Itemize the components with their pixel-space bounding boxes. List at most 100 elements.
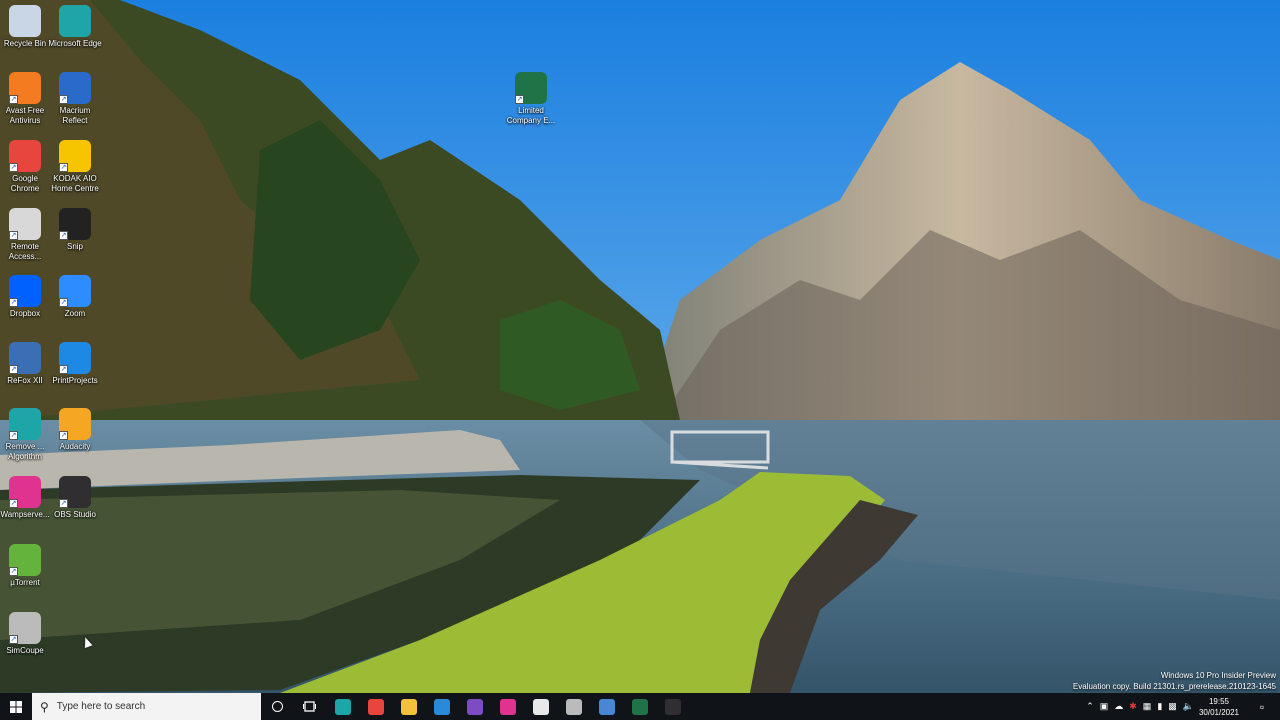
clock-time: 19:55 — [1208, 697, 1230, 706]
desktop-icon-label: Remote Access... — [8, 242, 42, 261]
desktop-icon-simcoupe[interactable]: ↗ SimCoupe — [0, 612, 53, 656]
macrium-icon: ↗ — [59, 72, 91, 104]
shortcut-arrow-icon: ↗ — [9, 635, 18, 644]
desktop-icon-label: Snip — [66, 242, 83, 251]
task-view-button[interactable] — [294, 693, 324, 720]
windows-logo-icon — [10, 700, 22, 713]
obs-icon — [665, 698, 681, 715]
desktop-icon-label: Recycle Bin — [3, 39, 47, 48]
desktop-icon-printprojects[interactable]: ↗ PrintProjects — [47, 342, 103, 386]
network-icon[interactable]: ▩ — [1168, 701, 1177, 712]
taskbar-pin-simcoupe[interactable] — [558, 693, 590, 720]
desktop-icon-dropbox[interactable]: ↗ Dropbox — [0, 275, 53, 319]
taskbar-pin-vscode[interactable] — [426, 693, 458, 720]
visual-studio-icon — [467, 698, 483, 715]
shortcut-arrow-icon: ↗ — [9, 298, 18, 307]
shortcut-arrow-icon: ↗ — [9, 567, 18, 576]
recycle-bin-icon — [9, 5, 41, 37]
desktop-icon-snip[interactable]: ↗ Snip — [47, 208, 103, 252]
desktop-icon-remote-access[interactable]: ↗ Remote Access... — [0, 208, 53, 262]
action-center-button[interactable]: ▫ — [1250, 693, 1274, 720]
build-watermark: Windows 10 Pro Insider Preview Evaluatio… — [1073, 670, 1276, 692]
chrome-icon: ↗ — [9, 140, 41, 172]
desktop-icon-label: Dropbox — [9, 309, 41, 318]
desktop-icon-microsoft-edge[interactable]: Microsoft Edge — [47, 5, 103, 49]
tray-app-icon-2[interactable]: ▦ — [1143, 701, 1152, 712]
avast-icon: ↗ — [9, 72, 41, 104]
desktop-icon-label: Avast Free Antivirus — [5, 106, 45, 125]
volume-icon[interactable]: 🔈 — [1183, 701, 1194, 712]
start-button[interactable] — [0, 693, 32, 720]
file-explorer-icon — [401, 698, 417, 715]
desktop-icon-label: Remove ... Algorithm — [5, 442, 45, 461]
watermark-line-1: Windows 10 Pro Insider Preview — [1160, 671, 1276, 680]
shortcut-arrow-icon: ↗ — [9, 163, 18, 172]
shortcut-arrow-icon: ↗ — [9, 431, 18, 440]
desktop-icon-remove-algorithm[interactable]: ↗ Remove ... Algorithm — [0, 408, 53, 462]
shortcut-arrow-icon: ↗ — [59, 298, 68, 307]
shortcut-arrow-icon: ↗ — [59, 95, 68, 104]
desktop-icon-label: PrintProjects — [52, 376, 98, 385]
edge-icon: ↗ — [9, 408, 41, 440]
search-icon: ⚲ — [40, 699, 49, 714]
taskbar-pin-wampserver[interactable] — [492, 693, 524, 720]
taskbar-pin-excel[interactable] — [624, 693, 656, 720]
shortcut-arrow-icon: ↗ — [9, 499, 18, 508]
shortcut-arrow-icon: ↗ — [59, 231, 68, 240]
taskbar-pin-obs[interactable] — [657, 693, 689, 720]
desktop-icon-macrium-reflect[interactable]: ↗ Macrium Reflect — [47, 72, 103, 126]
shortcut-arrow-icon: ↗ — [59, 163, 68, 172]
desktop-icon-limited-company-e[interactable]: ↗ Limited Company E... — [503, 72, 559, 126]
desktop-icon-torrent[interactable]: ↗ µTorrent — [0, 544, 53, 588]
wampserver-icon — [500, 698, 516, 715]
excel-file-icon: ↗ — [515, 72, 547, 104]
desktop-icon-zoom[interactable]: ↗ Zoom — [47, 275, 103, 319]
taskbar-pin-notepad[interactable] — [525, 693, 557, 720]
edge-icon — [59, 5, 91, 37]
simcoupe-icon — [566, 698, 582, 715]
remote-access-icon: ↗ — [9, 208, 41, 240]
clock-date: 30/01/2021 — [1198, 708, 1240, 717]
desktop-icon-label: Google Chrome — [10, 174, 40, 193]
search-placeholder: Type here to search — [56, 701, 146, 712]
obs-icon: ↗ — [59, 476, 91, 508]
show-hidden-icons-chevron-icon[interactable]: ⌃ — [1086, 701, 1094, 712]
zoom-icon: ↗ — [59, 275, 91, 307]
desktop-icon-audacity[interactable]: ↗ Audacity — [47, 408, 103, 452]
utorrent-icon: ↗ — [9, 544, 41, 576]
desktop-icon-kodak-aio-home-centre[interactable]: ↗ KODAK AIO Home Centre — [47, 140, 103, 194]
taskbar-pin-file-explorer[interactable] — [393, 693, 425, 720]
desktop-icon-google-chrome[interactable]: ↗ Google Chrome — [0, 140, 53, 194]
desktop-icon-label: Wampserve... — [0, 510, 50, 519]
desktop-icon-avast-free-antivirus[interactable]: ↗ Avast Free Antivirus — [0, 72, 53, 126]
taskbar-pin-chrome[interactable] — [360, 693, 392, 720]
desktop-icon-label: KODAK AIO Home Centre — [51, 174, 99, 193]
search-box[interactable]: ⚲ Type here to search — [32, 693, 261, 720]
shortcut-arrow-icon: ↗ — [59, 499, 68, 508]
taskbar-pin-network-app[interactable] — [591, 693, 623, 720]
shortcut-arrow-icon: ↗ — [59, 431, 68, 440]
battery-icon[interactable]: ▮ — [1157, 701, 1162, 712]
desktop-icon-label: µTorrent — [10, 578, 40, 587]
tray-app-icon[interactable]: ▣ — [1100, 701, 1109, 712]
excel-icon — [632, 698, 648, 715]
shortcut-arrow-icon: ↗ — [59, 365, 68, 374]
desktop-icon-obs-studio[interactable]: ↗ OBS Studio — [47, 476, 103, 520]
desktop-icon-wampserve[interactable]: ↗ Wampserve... — [0, 476, 53, 520]
kodak-icon: ↗ — [59, 140, 91, 172]
desktop-icon-refox-xii[interactable]: ↗ ReFox XII — [0, 342, 53, 386]
notification-icon: ▫ — [1259, 699, 1265, 714]
shortcut-arrow-icon: ↗ — [515, 95, 524, 104]
desktop-icon-label: Microsoft Edge — [48, 39, 102, 48]
desktop-icon-recycle-bin[interactable]: Recycle Bin — [0, 5, 53, 49]
desktop-icon-label: Macrium Reflect — [59, 106, 91, 125]
tray-network-app-icon[interactable]: ✱ — [1129, 701, 1137, 712]
taskbar-pin-visual-studio[interactable] — [459, 693, 491, 720]
tray-cloud-icon[interactable]: ☁ — [1114, 701, 1123, 712]
desktop-wallpaper — [0, 0, 1280, 720]
clock[interactable]: 19:55 30/01/2021 — [1194, 696, 1244, 718]
taskbar-pin-edge[interactable] — [327, 693, 359, 720]
shortcut-arrow-icon: ↗ — [9, 365, 18, 374]
wampserver-icon: ↗ — [9, 476, 41, 508]
cortana-button[interactable] — [262, 693, 292, 720]
